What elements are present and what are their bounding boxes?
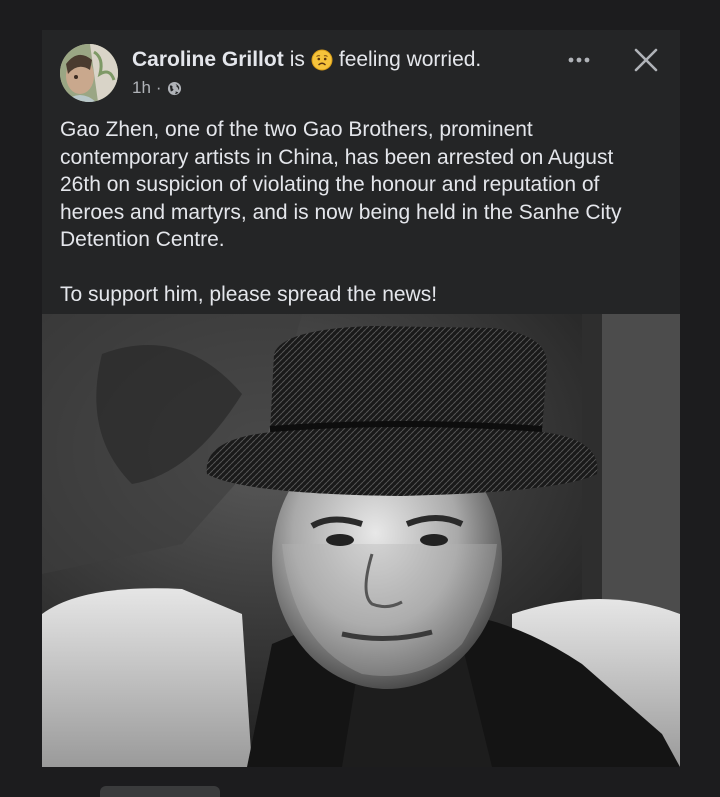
more-options-icon[interactable] [564,50,594,70]
post-timestamp[interactable]: 1h [132,78,151,98]
worried-face-icon [311,49,333,71]
post-header-line: Caroline Grillot is feeling worried. [132,48,481,72]
close-icon[interactable] [632,46,660,74]
is-text: is [289,48,305,71]
post-card: Caroline Grillot is feeling worried. 1h … [42,30,680,797]
feeling-text: feeling worried. [338,48,482,71]
post-meta: 1h · [132,78,182,98]
partial-comment-preview [100,786,220,797]
post-body-text: Gao Zhen, one of the two Gao Brothers, p… [60,118,622,306]
meta-separator: · [155,78,162,97]
author-name[interactable]: Caroline Grillot [132,48,284,72]
author-avatar[interactable] [60,44,118,102]
post-photo[interactable] [42,314,680,767]
globe-icon[interactable] [167,81,182,96]
